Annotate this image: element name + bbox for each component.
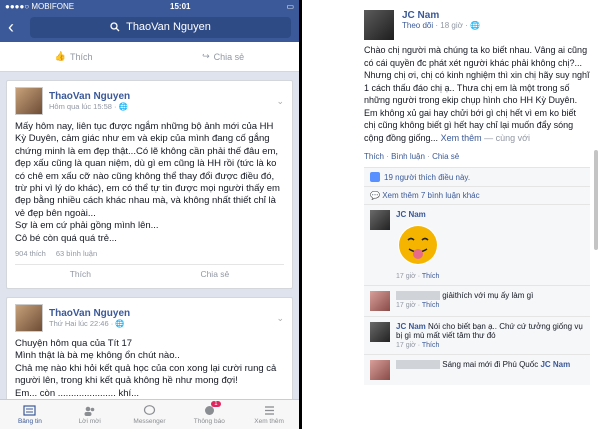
chevron-down-icon[interactable]: ⌄ [276, 313, 284, 324]
friend-requests-icon [84, 406, 95, 416]
comment-item: JC Nam Nói cho biết bạn ạ.. Chứ cứ tưởng… [364, 316, 590, 354]
messenger-icon [143, 404, 156, 415]
post-card: ThaoVan Nguyen Hôm qua lúc 15:58 · 🌐 ⌄ M… [6, 80, 293, 290]
like-button[interactable]: Thích [70, 269, 91, 279]
avatar[interactable] [370, 322, 390, 342]
comment-link[interactable]: Bình luận [391, 152, 425, 161]
more-icon [264, 405, 274, 415]
post-text: Chào chị người mà chúng ta ko biết nhau.… [364, 45, 590, 143]
avatar[interactable] [370, 291, 390, 311]
search-query: ThaoVan Nguyen [126, 21, 211, 33]
comment-like-link[interactable]: Thích [422, 302, 440, 309]
carrier-label: ●●●●○ MOBIFONE [5, 1, 75, 11]
search-header: ‹ ThaoVan Nguyen [0, 12, 299, 42]
like-button[interactable]: 👍 Thích [55, 51, 93, 62]
post-time[interactable]: Hôm qua lúc 15:58 · 🌐 [49, 102, 130, 111]
comment-item: JC Nam 17 giờ · Thích [364, 204, 590, 285]
search-field[interactable]: ThaoVan Nguyen [30, 16, 291, 38]
avatar[interactable] [15, 304, 43, 333]
post-card: ThaoVan Nguyen Thứ Hai lúc 22:46 · 🌐 ⌄ C… [6, 297, 293, 408]
post-stats: 904 thích 63 bình luận [15, 249, 284, 258]
share-button[interactable]: ↪ Chia sẻ [202, 51, 244, 62]
post-actions: Thích Chia sẻ [15, 264, 284, 282]
likes-summary[interactable]: 19 người thích điều này. [364, 167, 590, 186]
share-button[interactable]: Chia sẻ [200, 269, 229, 279]
tagged-user[interactable]: JC Nam [540, 360, 570, 369]
follow-link[interactable]: Theo dõi [402, 21, 433, 30]
post-text: Chuyện hôm qua của Tít 17 Mình thật là b… [15, 338, 277, 399]
tab-notifications[interactable]: 1 Thông báo [179, 400, 239, 429]
view-previous-comments[interactable]: 💬 Xem thêm 7 bình luận khác [364, 186, 590, 204]
avatar[interactable] [370, 210, 390, 230]
comment-text: Sáng mai mới đi Phú Quốc [442, 360, 539, 369]
tongue-face-sticker-icon [398, 225, 438, 265]
news-feed-icon [23, 404, 36, 416]
post-subline: Theo dõi · 18 giờ · 🌐 [402, 21, 600, 30]
comment-count[interactable]: 63 bình luận [56, 249, 97, 258]
post-author[interactable]: ThaoVan Nguyen [49, 308, 130, 319]
notification-badge: 1 [211, 401, 221, 407]
left-phone-screenshot: ●●●●○ MOBIFONE 15:01 ▭ ‹ ThaoVan Nguyen … [0, 0, 299, 429]
scrollbar[interactable] [594, 150, 598, 250]
share-link[interactable]: Chia sẻ [432, 152, 459, 161]
see-more-link[interactable]: Xem thêm [441, 133, 482, 143]
comment-meta: 17 giờ · Thích [396, 342, 440, 349]
status-bar: ●●●●○ MOBIFONE 15:01 ▭ [0, 0, 299, 12]
thumbs-up-icon: 👍 [54, 51, 67, 61]
post-author[interactable]: JC Nam [402, 10, 600, 21]
like-icon [370, 172, 380, 182]
like-count[interactable]: 904 thích [15, 249, 46, 258]
post-text: Mấy hôm nay, liên tục được ngắm những bộ… [15, 121, 280, 244]
comment-like-link[interactable]: Thích [422, 273, 440, 280]
post-actions: Thích · Bình luận · Chia sẻ [364, 152, 460, 161]
globe-icon: 🌐 [469, 21, 480, 30]
comment-like-link[interactable]: Thích [422, 342, 440, 349]
comment-author[interactable]: JC Nam [396, 210, 440, 219]
back-arrow-icon[interactable]: ‹ [8, 18, 22, 36]
post-time[interactable]: · 18 giờ · [435, 21, 467, 30]
search-icon [110, 22, 120, 32]
tab-news-feed[interactable]: Bảng tin [0, 400, 60, 429]
tab-friend-requests[interactable]: Lời mời [60, 400, 120, 429]
comment-item: Sáng mai mới đi Phú Quốc JC Nam [364, 354, 590, 385]
share-icon: ↪ [202, 51, 210, 61]
avatar[interactable] [364, 10, 394, 40]
chevron-down-icon[interactable]: ⌄ [276, 96, 284, 107]
battery-icon: ▭ [286, 1, 294, 11]
comment-item: giảithích với mụ ấy làm gì 17 giờ · Thíc… [364, 285, 590, 316]
tab-more[interactable]: Xem thêm [239, 400, 299, 429]
right-post-screenshot: JC Nam Theo dõi · 18 giờ · 🌐 Chào chị ng… [302, 0, 600, 429]
tab-messenger[interactable]: Messenger [120, 400, 180, 429]
comment-text: giảithích với mụ ấy làm gì [442, 291, 534, 300]
comment-meta: 17 giờ · Thích [396, 273, 440, 280]
redacted-name [396, 360, 440, 370]
clock: 15:01 [170, 1, 191, 11]
avatar[interactable] [370, 360, 390, 380]
redacted-name [396, 291, 440, 301]
top-action-row: 👍 Thích ↪ Chia sẻ [0, 42, 299, 72]
post-author[interactable]: ThaoVan Nguyen [49, 91, 130, 102]
post-time[interactable]: Thứ Hai lúc 22:46 · 🌐 [49, 319, 130, 328]
comment-author[interactable]: JC Nam [396, 322, 426, 331]
comment-meta: 17 giờ · Thích [396, 302, 440, 310]
avatar[interactable] [15, 87, 43, 115]
bottom-tab-bar: Bảng tin Lời mời Messenger 1 Thông báo X… [0, 399, 299, 429]
like-link[interactable]: Thích [364, 152, 384, 161]
comment-icon: 💬 [370, 191, 380, 200]
